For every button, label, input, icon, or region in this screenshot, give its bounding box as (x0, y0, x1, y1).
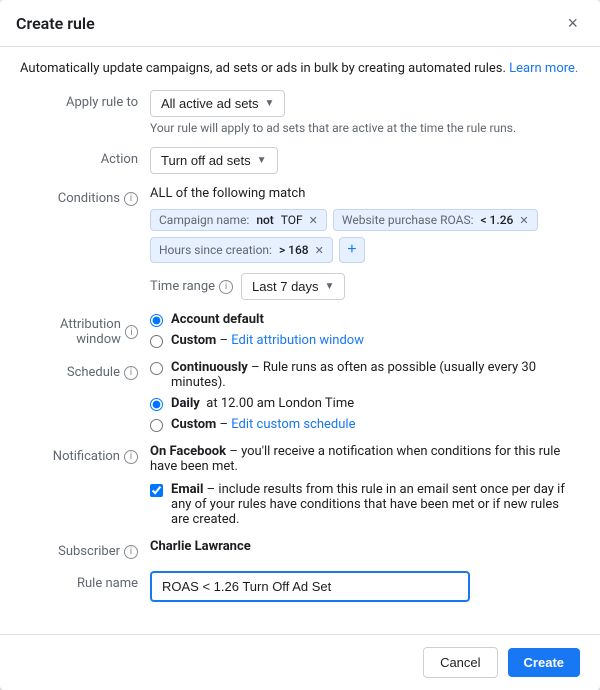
edit-attribution-link[interactable]: Edit attribution window (231, 333, 364, 348)
notification-content: On Facebook – you'll receive a notificat… (150, 444, 580, 527)
add-condition-button[interactable]: + (339, 237, 365, 263)
subscriber-label: Subscriber i (20, 539, 150, 559)
time-range-row: Time range i Last 7 days ▼ (150, 273, 580, 300)
schedule-content: Continuously – Rule runs as often as pos… (150, 360, 580, 432)
subscriber-name: Charlie Lawrance (150, 539, 251, 554)
learn-more-link[interactable]: Learn more. (509, 61, 578, 76)
tag-roas: Website purchase ROAS: < 1.26 ✕ (333, 209, 538, 231)
schedule-daily: Daily at 12.00 am London Time (150, 396, 580, 411)
attribution-content: Account default Custom – Edit attributio… (150, 312, 580, 348)
tag-campaign-close-icon[interactable]: ✕ (309, 214, 318, 227)
rule-name-content (150, 571, 580, 602)
time-range-arrow-icon: ▼ (325, 281, 335, 292)
schedule-daily-radio[interactable] (150, 398, 163, 411)
apply-rule-row: Apply rule to All active ad sets ▼ Your … (20, 90, 580, 135)
notification-email-checkbox[interactable] (150, 484, 163, 497)
attribution-account-default: Account default (150, 312, 580, 327)
conditions-row: Conditions i ALL of the following match … (20, 186, 580, 300)
schedule-custom-radio[interactable] (150, 419, 163, 432)
rule-name-label: Rule name (20, 571, 150, 591)
conditions-info-icon: i (124, 192, 138, 206)
apply-rule-hint: Your rule will apply to ad sets that are… (150, 121, 580, 135)
notification-main-text: On Facebook – you'll receive a notificat… (150, 444, 580, 474)
conditions-label: Conditions i (20, 186, 150, 206)
schedule-row: Schedule i Continuously – Rule runs as o… (20, 360, 580, 432)
schedule-continuously-radio[interactable] (150, 362, 163, 375)
apply-rule-label: Apply rule to (20, 90, 150, 110)
apply-rule-content: All active ad sets ▼ Your rule will appl… (150, 90, 580, 135)
subscriber-info-icon: i (124, 545, 138, 559)
time-range-info-icon: i (219, 280, 233, 294)
notification-email-item: Email – include results from this rule i… (150, 482, 580, 527)
apply-rule-dropdown[interactable]: All active ad sets ▼ (150, 90, 285, 117)
schedule-continuously: Continuously – Rule runs as often as pos… (150, 360, 580, 390)
notification-info-icon: i (124, 450, 138, 464)
action-arrow-icon: ▼ (257, 155, 267, 166)
attribution-account-default-radio[interactable] (150, 314, 163, 327)
rule-name-row: Rule name (20, 571, 580, 602)
action-label: Action (20, 147, 150, 167)
schedule-custom: Custom – Edit custom schedule (150, 417, 580, 432)
edit-schedule-link[interactable]: Edit custom schedule (231, 417, 355, 432)
tag-roas-close-icon[interactable]: ✕ (519, 214, 528, 227)
modal-header: Create rule × (0, 0, 600, 47)
subscriber-row: Subscriber i Charlie Lawrance (20, 539, 580, 559)
modal-footer: Cancel Create (0, 634, 600, 690)
notification-row: Notification i On Facebook – you'll rece… (20, 444, 580, 527)
tag-hours: Hours since creation: > 168 ✕ (150, 237, 333, 263)
close-button[interactable]: × (561, 12, 584, 34)
create-rule-modal: Create rule × Automatically update campa… (0, 0, 600, 690)
attribution-info-icon: i (125, 325, 138, 339)
attribution-radio-group: Account default Custom – Edit attributio… (150, 312, 580, 348)
action-dropdown[interactable]: Turn off ad sets ▼ (150, 147, 278, 174)
create-button[interactable]: Create (508, 648, 580, 677)
modal-body: Automatically update campaigns, ad sets … (0, 47, 600, 624)
subscriber-content: Charlie Lawrance (150, 539, 580, 554)
attribution-custom: Custom – Edit attribution window (150, 333, 580, 348)
conditions-header: ALL of the following match (150, 186, 580, 201)
conditions-tags: Campaign name: not TOF ✕ Website purchas… (150, 209, 580, 263)
tag-campaign-name: Campaign name: not TOF ✕ (150, 209, 327, 231)
cancel-button[interactable]: Cancel (423, 647, 497, 678)
apply-rule-arrow-icon: ▼ (265, 98, 275, 109)
tag-hours-close-icon[interactable]: ✕ (315, 244, 324, 257)
action-row: Action Turn off ad sets ▼ (20, 147, 580, 174)
description-text: Automatically update campaigns, ad sets … (20, 61, 580, 76)
time-range-label: Time range i (150, 279, 233, 294)
attribution-label: Attribution window i (20, 312, 150, 347)
notification-label: Notification i (20, 444, 150, 464)
modal-title: Create rule (16, 14, 95, 33)
action-content: Turn off ad sets ▼ (150, 147, 580, 174)
schedule-label: Schedule i (20, 360, 150, 380)
time-range-dropdown[interactable]: Last 7 days ▼ (241, 273, 345, 300)
conditions-content: ALL of the following match Campaign name… (150, 186, 580, 300)
schedule-info-icon: i (124, 366, 138, 380)
rule-name-input[interactable] (150, 571, 470, 602)
schedule-radio-group: Continuously – Rule runs as often as pos… (150, 360, 580, 432)
attribution-row: Attribution window i Account default Cus… (20, 312, 580, 348)
attribution-custom-radio[interactable] (150, 335, 163, 348)
